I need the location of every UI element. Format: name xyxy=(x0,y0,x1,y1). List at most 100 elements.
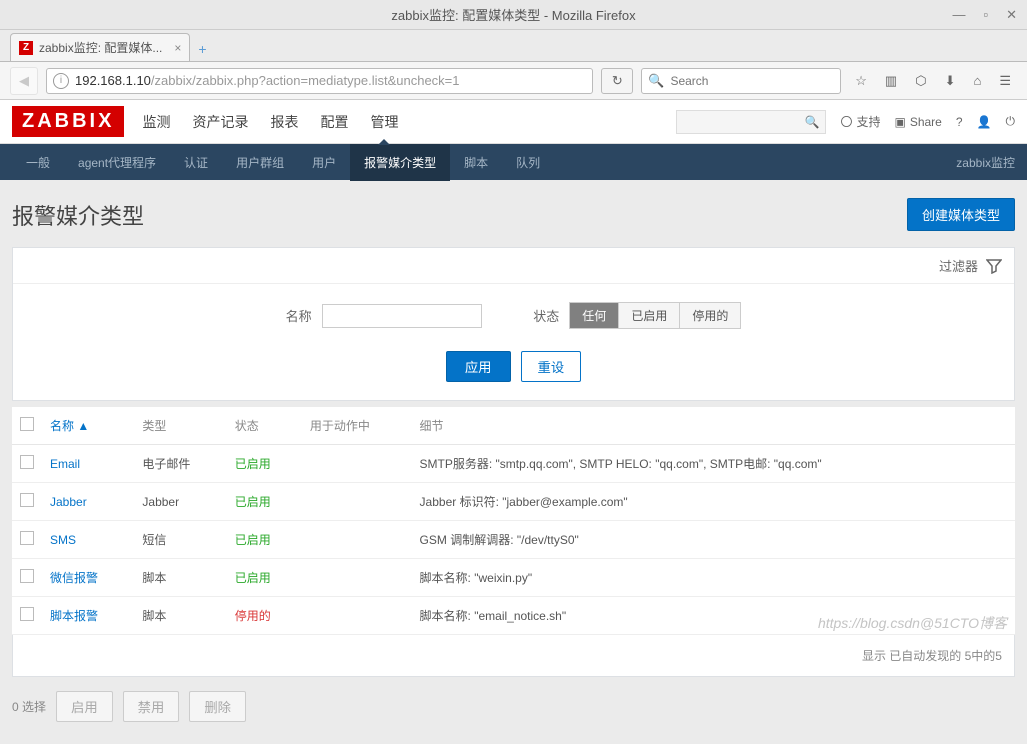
tab-close-icon[interactable]: × xyxy=(174,41,181,55)
main-nav-item[interactable]: 报表 xyxy=(270,100,298,144)
sub-nav: 一般agent代理程序认证用户群组用户报警媒介类型脚本队列 zabbix监控 xyxy=(0,144,1027,180)
header-right: 🔍 〇 支持 ▣ Share ? 👤 ⏻ xyxy=(676,110,1015,134)
bulk-disable-button[interactable]: 禁用 xyxy=(123,691,180,722)
share-link[interactable]: ▣ Share xyxy=(894,115,941,129)
download-icon[interactable]: ⬇ xyxy=(945,73,956,89)
media-name-link[interactable]: SMS xyxy=(42,521,134,559)
sub-nav-item[interactable]: 认证 xyxy=(170,144,222,181)
col-details[interactable]: 细节 xyxy=(412,407,1015,445)
media-name-link[interactable]: 脚本报警 xyxy=(42,597,134,635)
media-name-link[interactable]: Jabber xyxy=(42,483,134,521)
zabbix-search[interactable]: 🔍 xyxy=(676,110,826,134)
zabbix-header: ZABBIX 监测资产记录报表配置管理 🔍 〇 支持 ▣ Share ? 👤 ⏻ xyxy=(0,100,1027,144)
col-used-in[interactable]: 用于动作中 xyxy=(302,407,412,445)
new-tab-button[interactable]: + xyxy=(198,41,206,61)
media-name-link[interactable]: 微信报警 xyxy=(42,559,134,597)
sort-asc-icon: ▲ xyxy=(77,419,89,433)
media-status-link[interactable]: 已启用 xyxy=(227,483,302,521)
sub-nav-item[interactable]: 报警媒介类型 xyxy=(350,144,450,181)
media-type-cell: Jabber xyxy=(134,483,226,521)
star-icon[interactable]: ☆ xyxy=(855,73,867,89)
main-nav-item[interactable]: 管理 xyxy=(370,100,398,144)
sub-nav-right[interactable]: zabbix监控 xyxy=(956,154,1015,171)
power-icon[interactable]: ⏻ xyxy=(1006,114,1016,129)
row-checkbox[interactable] xyxy=(20,531,34,545)
row-checkbox[interactable] xyxy=(20,569,34,583)
address-bar[interactable]: i 192.168.1.10/zabbix/zabbix.php?action=… xyxy=(46,68,593,94)
search-icon: 🔍 xyxy=(805,115,820,129)
select-all-checkbox[interactable] xyxy=(20,417,34,431)
filter-name-label: 名称 xyxy=(286,306,312,325)
browser-search-input[interactable] xyxy=(670,74,834,88)
sub-nav-item[interactable]: 用户群组 xyxy=(222,144,298,181)
refresh-button[interactable]: ↻ xyxy=(601,68,633,94)
used-in-cell xyxy=(302,597,412,635)
sub-nav-item[interactable]: 队列 xyxy=(502,144,554,181)
help-icon[interactable]: ? xyxy=(956,115,963,129)
bulk-delete-button[interactable]: 删除 xyxy=(189,691,246,722)
status-option[interactable]: 停用的 xyxy=(680,303,740,328)
maximize-icon[interactable]: ▫ xyxy=(983,7,988,23)
user-icon[interactable]: 👤 xyxy=(977,115,992,129)
support-link[interactable]: 〇 支持 xyxy=(840,113,880,130)
col-name[interactable]: 名称 ▲ xyxy=(42,407,134,445)
details-cell: SMTP服务器: "smtp.qq.com", SMTP HELO: "qq.c… xyxy=(412,445,1015,483)
table-footer: 显示 已自动发现的 5中的5 xyxy=(12,635,1015,677)
pocket-icon[interactable]: ⬡ xyxy=(915,73,926,89)
media-type-cell: 电子邮件 xyxy=(134,445,226,483)
browser-tab[interactable]: Z zabbix监控: 配置媒体... × xyxy=(10,33,190,61)
col-status[interactable]: 状态 xyxy=(227,407,302,445)
filter-toggle[interactable]: 过滤器 xyxy=(13,248,1014,284)
filter-body: 名称 状态 任何已启用停用的 应用 重设 xyxy=(13,284,1014,400)
filter-name-input[interactable] xyxy=(322,304,482,328)
create-media-type-button[interactable]: 创建媒体类型 xyxy=(907,198,1015,231)
media-type-cell: 短信 xyxy=(134,521,226,559)
main-nav-item[interactable]: 配置 xyxy=(320,100,348,144)
url-text: 192.168.1.10/zabbix/zabbix.php?action=me… xyxy=(75,73,586,89)
browser-search[interactable]: 🔍 xyxy=(641,68,841,94)
sub-nav-item[interactable]: 用户 xyxy=(298,144,350,181)
close-icon[interactable]: ✕ xyxy=(1006,7,1017,23)
back-button[interactable]: ◀ xyxy=(10,67,38,95)
filter-status-label: 状态 xyxy=(533,306,559,325)
main-nav-item[interactable]: 资产记录 xyxy=(192,100,248,144)
table-row: JabberJabber已启用Jabber 标识符: "jabber@examp… xyxy=(12,483,1015,521)
browser-toolbar: ◀ i 192.168.1.10/zabbix/zabbix.php?actio… xyxy=(0,62,1027,100)
browser-toolbar-icons: ☆ ▥ ⬡ ⬇ ⌂ ☰ xyxy=(849,73,1017,89)
search-icon: 🔍 xyxy=(648,73,664,89)
page-body: 报警媒介类型 创建媒体类型 过滤器 名称 状态 任何已启用停用的 应用 重设 xyxy=(0,180,1027,744)
used-in-cell xyxy=(302,559,412,597)
table-row: Email电子邮件已启用 SMTP服务器: "smtp.qq.com", SMTP… xyxy=(12,445,1015,483)
menu-icon[interactable]: ☰ xyxy=(999,73,1011,89)
home-icon[interactable]: ⌂ xyxy=(973,73,981,89)
reset-button[interactable]: 重设 xyxy=(521,351,582,382)
bulk-enable-button[interactable]: 启用 xyxy=(56,691,113,722)
col-type[interactable]: 类型 xyxy=(134,407,226,445)
page-title: 报警媒介类型 xyxy=(12,199,144,231)
row-checkbox[interactable] xyxy=(20,607,34,621)
sub-nav-item[interactable]: agent代理程序 xyxy=(64,144,170,181)
media-status-link[interactable]: 已启用 xyxy=(227,521,302,559)
funnel-icon xyxy=(986,258,1002,274)
media-status-link[interactable]: 停用的 xyxy=(227,597,302,635)
status-option[interactable]: 任何 xyxy=(570,303,619,328)
row-checkbox[interactable] xyxy=(20,455,34,469)
library-icon[interactable]: ▥ xyxy=(885,73,897,89)
minimize-icon[interactable]: — xyxy=(952,7,965,23)
used-in-cell xyxy=(302,483,412,521)
details-cell: 脚本名称: "weixin.py" xyxy=(412,559,1015,597)
media-types-table: 名称 ▲ 类型 状态 用于动作中 细节 Email电子邮件已启用SMTP服务器:… xyxy=(12,407,1015,635)
sub-nav-item[interactable]: 一般 xyxy=(12,144,64,181)
zabbix-logo[interactable]: ZABBIX xyxy=(12,106,124,137)
apply-button[interactable]: 应用 xyxy=(446,351,511,382)
status-option[interactable]: 已启用 xyxy=(619,303,680,328)
media-status-link[interactable]: 已启用 xyxy=(227,445,302,483)
media-name-link[interactable]: Email xyxy=(42,445,134,483)
media-status-link[interactable]: 已启用 xyxy=(227,559,302,597)
sub-nav-item[interactable]: 脚本 xyxy=(450,144,502,181)
main-nav-item[interactable]: 监测 xyxy=(142,100,170,144)
filter-label: 过滤器 xyxy=(939,256,978,275)
used-in-cell xyxy=(302,521,412,559)
row-checkbox[interactable] xyxy=(20,493,34,507)
info-icon[interactable]: i xyxy=(53,73,69,89)
